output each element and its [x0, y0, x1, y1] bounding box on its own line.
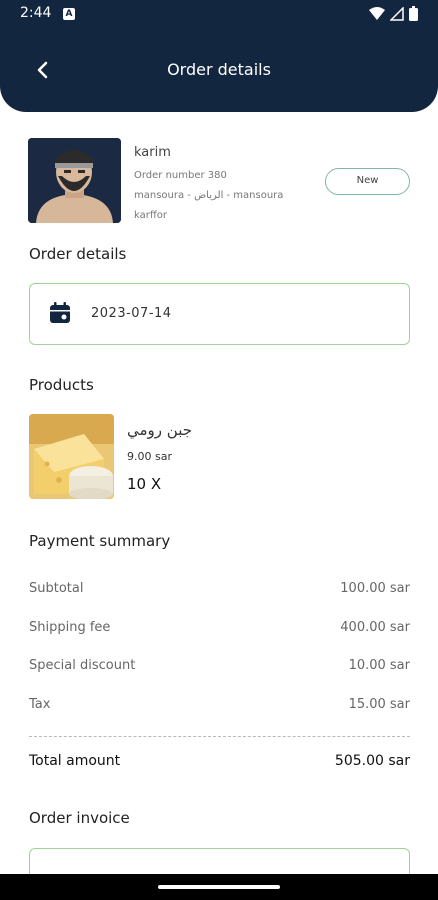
customer-address: mansoura - الرياض - mansoura	[134, 190, 284, 201]
payment-value: 400.00 sar	[340, 620, 410, 635]
payment-label: Subtotal	[29, 581, 84, 596]
status-time: 2:44	[20, 5, 52, 21]
avatar	[28, 138, 121, 223]
total-label: Total amount	[29, 753, 121, 769]
avatar-illustration	[28, 138, 121, 223]
payment-label: Special discount	[29, 658, 136, 673]
notification-icon: A	[63, 8, 75, 20]
system-navigation-bar	[0, 874, 438, 900]
payment-value: 100.00 sar	[340, 581, 410, 596]
product-image	[29, 414, 114, 499]
payment-value: 10.00 sar	[348, 658, 410, 673]
payment-row: Special discount 10.00 sar	[29, 658, 410, 673]
divider	[29, 736, 410, 737]
signal-icon	[390, 6, 404, 21]
total-row: Total amount 505.00 sar	[29, 753, 410, 769]
payment-row: Shipping fee 400.00 sar	[29, 620, 410, 635]
product-quantity: 10 X	[127, 475, 162, 493]
app-header: Order details	[0, 45, 438, 95]
cheese-image	[29, 414, 114, 499]
order-number: Order number 380	[134, 170, 227, 181]
status-bar: 2:44 A	[0, 0, 438, 28]
total-value: 505.00 sar	[334, 753, 410, 769]
home-handle[interactable]	[158, 885, 280, 889]
status-badge: New	[325, 168, 410, 195]
payment-label: Tax	[29, 697, 51, 712]
battery-icon	[409, 6, 418, 21]
payment-summary-heading: Payment summary	[29, 532, 171, 550]
product-name: جبن رومي	[127, 421, 193, 439]
order-date-field: 2023-07-14	[29, 283, 410, 345]
wifi-icon	[369, 6, 385, 20]
payment-row: Tax 15.00 sar	[29, 697, 410, 712]
customer-branch: karffor	[134, 210, 167, 221]
payment-label: Shipping fee	[29, 620, 111, 635]
products-heading: Products	[29, 376, 94, 394]
status-icons	[369, 6, 418, 21]
order-details-heading: Order details	[29, 245, 127, 263]
customer-name: karim	[134, 145, 171, 160]
order-invoice-heading: Order invoice	[29, 809, 130, 827]
payment-value: 15.00 sar	[348, 697, 410, 712]
calendar-icon	[50, 302, 70, 323]
product-price: 9.00 sar	[127, 450, 172, 463]
order-date: 2023-07-14	[91, 306, 172, 321]
page-title: Order details	[167, 60, 271, 79]
payment-row: Subtotal 100.00 sar	[29, 581, 410, 596]
